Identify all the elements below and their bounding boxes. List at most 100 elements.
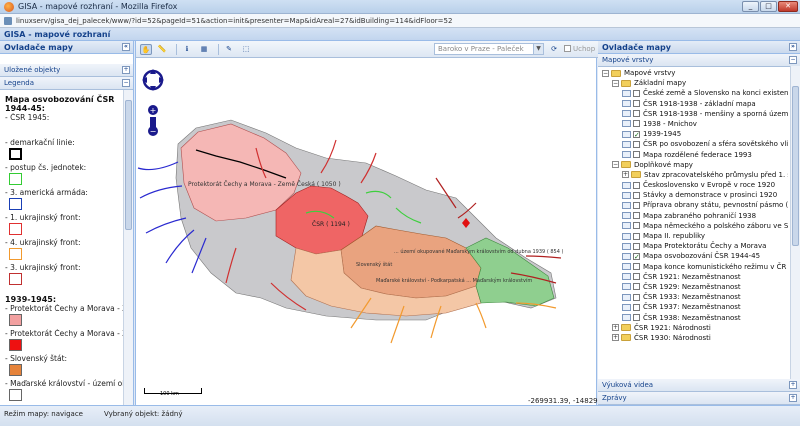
ruler-icon[interactable]: 📏 (156, 44, 168, 55)
tree-layer[interactable]: ČSR 1937: Nezaměstnanost (598, 302, 788, 312)
chevron-down-icon[interactable]: ▼ (533, 44, 543, 54)
close-button[interactable]: ✕ (778, 1, 798, 12)
tree-layer[interactable]: Příprava obrany státu, pevnostní pásmo (… (598, 200, 788, 210)
right-panel-title: Ovladače mapy (602, 43, 671, 52)
zoom-slider[interactable] (150, 117, 156, 127)
news-header[interactable]: Zprávy + (598, 392, 800, 405)
collapse-right-icon[interactable]: » (789, 43, 797, 51)
layer-checkbox[interactable] (633, 89, 640, 97)
tree-layer[interactable]: Mapa konce komunistického režimu v ČR v … (598, 262, 788, 272)
tree-scrollbar[interactable] (790, 66, 800, 379)
pan-control[interactable] (142, 69, 164, 91)
expand-icon[interactable]: + (612, 334, 619, 342)
select-icon[interactable]: ⬚ (240, 44, 252, 55)
pan-hand-icon[interactable]: ✋ (140, 44, 152, 55)
maximize-button[interactable]: □ (760, 1, 777, 12)
layer-icon (622, 283, 631, 291)
videos-header[interactable]: Výuková videa + (598, 379, 800, 392)
tree-layer[interactable]: ČSR 1918-1938 - základní mapa (598, 99, 788, 109)
layer-checkbox[interactable] (633, 201, 640, 209)
tree-node-label: Příprava obrany státu, pevnostní pásmo (… (643, 201, 788, 210)
info-icon[interactable]: ℹ (181, 44, 193, 55)
address-bar[interactable]: linuxserv/gisa_dej_palecek/www/?id=52&pa… (0, 14, 800, 28)
tree-layer[interactable]: České země a Slovensko na konci existenc… (598, 88, 788, 98)
tree-node-label: ČSR 1918-1938 - základní mapa (643, 99, 756, 108)
collapse-icon[interactable]: − (602, 69, 609, 77)
collapse-icon[interactable]: − (612, 79, 619, 87)
refresh-icon[interactable]: ⟳ (548, 44, 560, 55)
layer-checkbox[interactable] (633, 120, 640, 128)
expand-icon[interactable]: + (622, 171, 629, 179)
tree-folder[interactable]: + Stav zpracovatelského průmyslu před 1. … (598, 170, 788, 180)
layer-checkbox[interactable] (633, 314, 640, 321)
url-text[interactable]: linuxserv/gisa_dej_palecek/www/?id=52&pa… (16, 17, 452, 25)
tree-layer[interactable]: ČSR po osvobození a sféra sovětského vli… (598, 139, 788, 149)
layer-checkbox[interactable] (633, 151, 640, 158)
edit-icon[interactable]: ✎ (223, 44, 235, 55)
tree-layer[interactable]: ✓ 1939-1945 (598, 129, 788, 139)
tree-folder[interactable]: − Základní mapy (598, 78, 788, 88)
zoom-in-icon[interactable]: + (148, 105, 158, 115)
building-select[interactable]: Baroko v Praze - Paleček ▼ (434, 43, 544, 55)
saved-objects-header[interactable]: Uložené objekty + (0, 64, 133, 77)
layer-checkbox[interactable] (633, 140, 640, 148)
zoom-out-icon[interactable]: − (148, 126, 158, 136)
layer-checkbox[interactable] (633, 181, 640, 189)
tree-layer[interactable]: 1938 - Mnichov (598, 119, 788, 129)
layer-checkbox[interactable] (633, 222, 640, 230)
tree-scroll-thumb[interactable] (792, 86, 799, 246)
layer-checkbox[interactable] (633, 232, 640, 240)
tree-layer[interactable]: Mapa zabraného pohraničí 1938 (598, 211, 788, 221)
collapse-icon[interactable]: − (612, 161, 619, 169)
legend-title: Mapa osvobozování ČSR 1944-45: (5, 95, 115, 113)
layer-checkbox[interactable] (633, 191, 640, 199)
layer-checkbox[interactable]: ✓ (633, 252, 640, 260)
tree-layer[interactable]: Mapa rozdělené federace 1993 (598, 150, 788, 160)
layers-icon[interactable]: ▦ (198, 44, 210, 55)
legend-header[interactable]: Legenda − (0, 77, 133, 90)
layer-checkbox[interactable] (633, 110, 640, 118)
tree-layer[interactable]: Mapa II. republiky (598, 231, 788, 241)
layer-checkbox[interactable] (633, 212, 640, 220)
tree-layer[interactable]: ČSR 1938: Nezaměstnanost (598, 313, 788, 323)
minimize-button[interactable]: _ (742, 1, 759, 12)
layer-icon (622, 212, 631, 220)
expand-news-icon[interactable]: + (789, 394, 797, 402)
tree-layer[interactable]: Mapa německého a polského záboru ve Slez… (598, 221, 788, 231)
tree-folder[interactable]: − Doplňkové mapy (598, 160, 788, 170)
tree-layer[interactable]: Mapa Protektorátu Čechy a Morava (598, 241, 788, 251)
layer-checkbox[interactable] (633, 263, 640, 271)
tree-layer[interactable]: ČSR 1918-1938 - menšiny a sporná území (598, 109, 788, 119)
legend-item-label: - Protektorát Čechy a Morava - Zeme (5, 329, 123, 338)
legend-scrollbar[interactable] (123, 90, 133, 405)
tree-layer[interactable]: ČSR 1929: Nezaměstnanost (598, 282, 788, 292)
collapse-left-icon[interactable]: « (122, 43, 130, 51)
layer-checkbox[interactable] (633, 303, 640, 311)
layer-icon (622, 130, 631, 138)
tree-layer[interactable]: Stávky a demonstrace v prosinci 1920 (598, 190, 788, 200)
tree-layer[interactable]: ✓ Mapa osvobozování ČSR 1944-45 (598, 251, 788, 261)
layer-checkbox[interactable] (633, 273, 640, 281)
collapse-legend-icon[interactable]: − (122, 79, 130, 87)
tree-folder[interactable]: + ČSR 1921: Národnosti (598, 323, 788, 333)
layer-checkbox[interactable] (633, 242, 640, 250)
tree-folder[interactable]: + ČSR 1930: Národnosti (598, 333, 788, 343)
tree-folder[interactable]: − Mapové vrstvy (598, 68, 788, 78)
layer-checkbox[interactable]: ✓ (633, 130, 640, 138)
layer-checkbox[interactable] (633, 283, 640, 291)
tree-layer[interactable]: ČSR 1933: Nezaměstnanost (598, 292, 788, 302)
tree-node-label: Mapa německého a polského záboru ve Slez… (643, 221, 788, 230)
expand-icon[interactable]: + (612, 324, 619, 332)
expand-saved-icon[interactable]: + (122, 66, 130, 74)
legend-swatch (9, 148, 22, 160)
map-canvas[interactable]: + − Protektorát Čechy a Morava - Země Če… (136, 58, 598, 405)
uchop-checkbox[interactable] (564, 45, 571, 52)
layer-icon (622, 181, 631, 189)
legend-scroll-thumb[interactable] (125, 100, 132, 230)
tree-layer[interactable]: Československo v Evropě v roce 1920 (598, 180, 788, 190)
layer-checkbox[interactable] (633, 293, 640, 301)
layer-checkbox[interactable] (633, 100, 640, 108)
expand-videos-icon[interactable]: + (789, 381, 797, 389)
collapse-layers-icon[interactable]: − (789, 56, 797, 64)
tree-layer[interactable]: ČSR 1921: Nezaměstnanost (598, 272, 788, 282)
